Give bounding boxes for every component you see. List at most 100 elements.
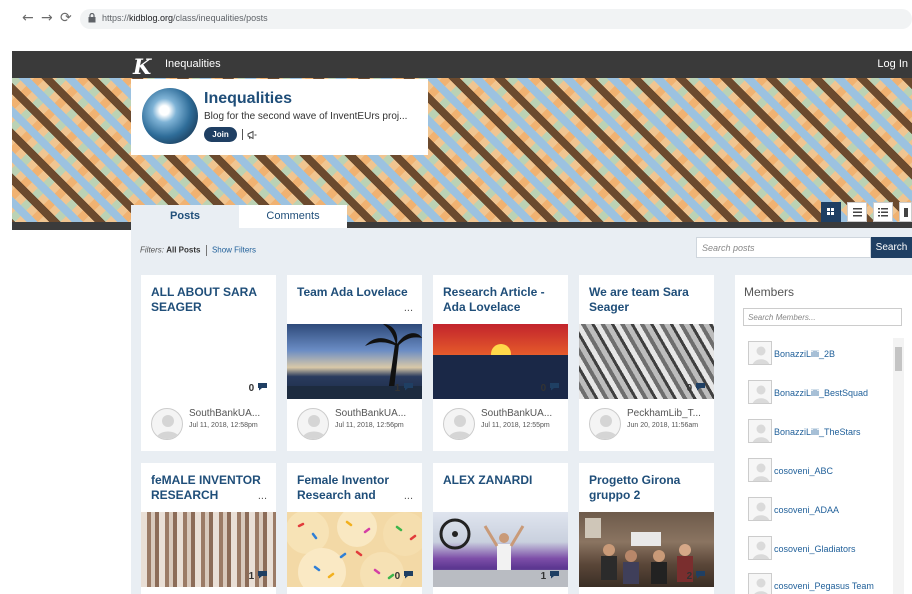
- divider: [242, 129, 243, 140]
- members-panel: Members Search Members... BonazziLilli_2…: [735, 275, 912, 594]
- show-filters-link[interactable]: Show Filters: [212, 246, 256, 255]
- post-title[interactable]: We are team Sara Seager: [589, 285, 704, 315]
- member-avatar: [748, 458, 772, 482]
- blog-avatar: [142, 88, 198, 144]
- back-icon[interactable]: ←: [22, 10, 34, 26]
- filters-prefix: Filters:: [140, 245, 164, 255]
- member-item[interactable]: cosoveni_ADAA: [748, 497, 898, 523]
- address-bar[interactable]: https://kidblog.org/class/inequalities/p…: [80, 9, 912, 29]
- member-avatar: [748, 380, 772, 404]
- members-heading: Members: [744, 285, 795, 299]
- comment-icon: [258, 383, 267, 391]
- grid-view-button[interactable]: [821, 202, 841, 222]
- post-card[interactable]: feMALE INVENTOR RESEARCH ... 1: [141, 463, 276, 594]
- post-date: Jul 11, 2018, 12:58pm: [189, 422, 258, 429]
- post-card[interactable]: Research Article - Ada Lovelace 0 SouthB…: [433, 275, 568, 451]
- post-date: Jul 11, 2018, 12:55pm: [481, 422, 550, 429]
- author-name[interactable]: SouthBankUA...: [335, 408, 406, 419]
- forward-icon[interactable]: →: [41, 10, 53, 26]
- member-item[interactable]: BonazziLilli_2B: [748, 341, 898, 367]
- post-card[interactable]: Female Inventor Research and ... 0: [287, 463, 422, 594]
- url-scheme: https://: [102, 13, 130, 23]
- browser-toolbar: ← → ⟳ https://kidblog.org/class/inequali…: [0, 0, 912, 38]
- comment-count: 1: [395, 382, 414, 394]
- author-name[interactable]: SouthBankUA...: [481, 408, 552, 419]
- comment-icon: [550, 383, 559, 391]
- author-avatar: [589, 408, 621, 440]
- members-scrollbar-thumb[interactable]: [895, 347, 902, 371]
- comment-count-value: 0: [540, 383, 547, 394]
- search-button[interactable]: Search: [871, 237, 912, 258]
- filter-divider: [205, 245, 207, 256]
- member-item[interactable]: cosoveni_Pegasus Team: [748, 573, 898, 594]
- top-nav: K Inequalities Log In: [12, 51, 912, 79]
- member-name[interactable]: cosoveni_ABC: [774, 466, 833, 476]
- comment-icon: [696, 383, 705, 391]
- user-icon: [302, 415, 326, 439]
- user-icon: [156, 415, 180, 439]
- member-avatar: [748, 341, 772, 365]
- nav-blog-title[interactable]: Inequalities: [165, 58, 221, 70]
- member-name[interactable]: BonazziLilli_2B: [774, 349, 835, 359]
- post-title[interactable]: Team Ada Lovelace: [297, 285, 412, 300]
- author-name[interactable]: PeckhamLib_T...: [627, 408, 701, 419]
- url-host: kidblog.org: [129, 13, 174, 23]
- member-name[interactable]: cosoveni_ADAA: [774, 505, 839, 515]
- post-title[interactable]: ALEX ZANARDI: [443, 473, 558, 488]
- page: ← → ⟳ https://kidblog.org/class/inequali…: [0, 0, 912, 594]
- search-posts-input[interactable]: Search posts: [696, 237, 871, 258]
- members-scrollbar[interactable]: [893, 338, 904, 594]
- comment-count: 1: [249, 570, 268, 582]
- user-icon: [752, 502, 770, 520]
- post-card[interactable]: Team Ada Lovelace ... 1 SouthBankUA... J…: [287, 275, 422, 451]
- comment-count: 1: [541, 570, 560, 582]
- comment-icon: [258, 571, 267, 579]
- member-avatar: [748, 573, 772, 594]
- reload-icon[interactable]: ⟳: [60, 10, 72, 26]
- grid-icon: [827, 208, 834, 215]
- compact-view-button[interactable]: [873, 202, 893, 222]
- post-card[interactable]: ALL ABOUT SARA SEAGER 0 SouthBankUA... J…: [141, 275, 276, 451]
- member-item[interactable]: BonazziLilli_TheStars: [748, 419, 898, 445]
- list-view-button[interactable]: [847, 202, 867, 222]
- member-item[interactable]: cosoveni_Gladiators: [748, 536, 898, 562]
- search-members-input[interactable]: Search Members...: [743, 308, 902, 326]
- comment-count-value: 0: [686, 383, 693, 394]
- member-item[interactable]: cosoveni_ABC: [748, 458, 898, 484]
- member-name[interactable]: cosoveni_Pegasus Team: [774, 581, 874, 591]
- comment-count-value: 2: [686, 571, 693, 582]
- member-item[interactable]: BonazziLilli_BestSquad: [748, 380, 898, 406]
- comment-count-value: 0: [248, 383, 255, 394]
- comment-count: 0: [249, 382, 268, 394]
- post-card[interactable]: Progetto Girona gruppo 2 2: [579, 463, 714, 594]
- post-title[interactable]: ALL ABOUT SARA SEAGER: [151, 285, 266, 315]
- post-title[interactable]: feMALE INVENTOR RESEARCH: [151, 473, 266, 503]
- post-title[interactable]: Research Article - Ada Lovelace: [443, 285, 558, 315]
- comment-count-value: 0: [394, 571, 401, 582]
- member-name[interactable]: BonazziLilli_BestSquad: [774, 388, 868, 398]
- post-card[interactable]: We are team Sara Seager 0 PeckhamLib_T..…: [579, 275, 714, 451]
- member-name[interactable]: BonazziLilli_TheStars: [774, 427, 861, 437]
- megaphone-icon[interactable]: [247, 130, 257, 140]
- tab-comments[interactable]: Comments: [239, 205, 347, 228]
- user-icon: [752, 346, 770, 364]
- comment-count: 0: [541, 382, 560, 394]
- post-card[interactable]: ALEX ZANARDI 1: [433, 463, 568, 594]
- member-avatar: [748, 419, 772, 443]
- login-link[interactable]: Log In: [877, 58, 908, 70]
- tab-posts[interactable]: Posts: [131, 205, 239, 228]
- blog-title[interactable]: Inequalities: [204, 90, 292, 108]
- comment-count: 2: [687, 570, 706, 582]
- compact-list-icon: [878, 208, 888, 217]
- blog-info-card: Inequalities Blog for the second wave of…: [131, 79, 428, 155]
- join-button[interactable]: Join: [204, 127, 237, 142]
- panel-view-button[interactable]: [899, 202, 912, 222]
- list-icon: [853, 208, 862, 217]
- user-icon: [754, 578, 768, 594]
- member-name[interactable]: cosoveni_Gladiators: [774, 544, 856, 554]
- post-title[interactable]: Female Inventor Research and: [297, 473, 412, 503]
- author-name[interactable]: SouthBankUA...: [189, 408, 260, 419]
- kidblog-logo[interactable]: K: [133, 54, 151, 79]
- post-title[interactable]: Progetto Girona gruppo 2: [589, 473, 704, 503]
- comment-count-value: 1: [248, 571, 255, 582]
